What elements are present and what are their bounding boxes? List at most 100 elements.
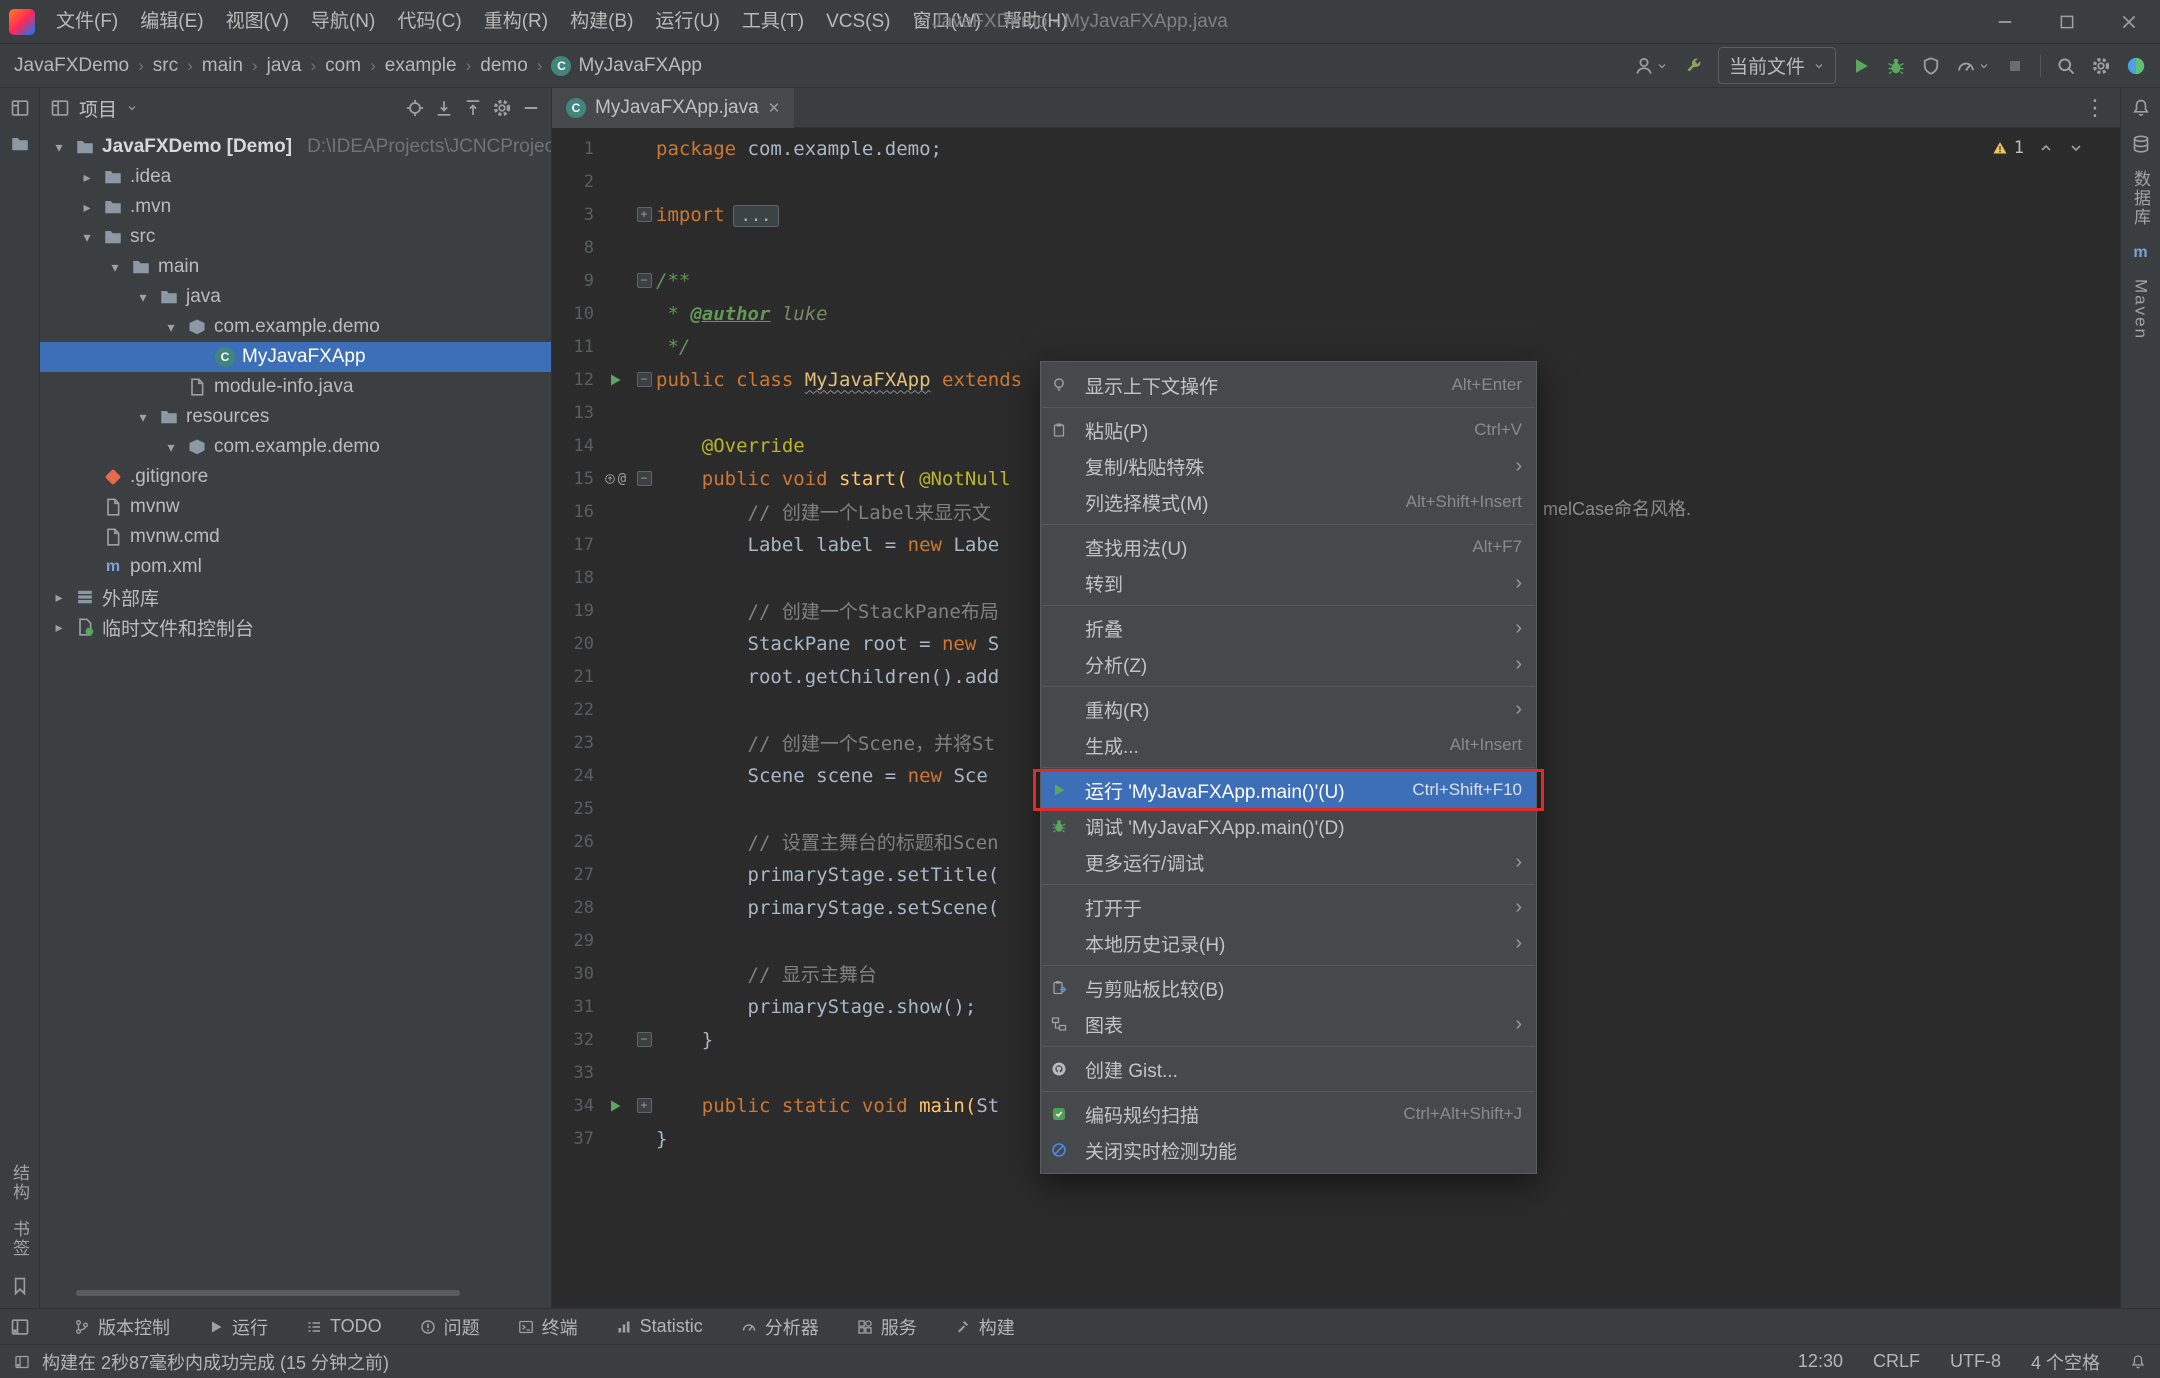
- tree-item-.gitignore[interactable]: .gitignore: [40, 462, 551, 492]
- search-button[interactable]: [2056, 56, 2076, 76]
- tree-chevron-icon[interactable]: ▸: [78, 169, 96, 186]
- next-warning-button[interactable]: [2068, 140, 2084, 156]
- menu-导航(N)[interactable]: 导航(N): [300, 0, 386, 43]
- context-menu-item[interactable]: 与剪贴板比较(B): [1041, 970, 1536, 1006]
- context-menu-item[interactable]: 列选择模式(M)Alt+Shift+Insert: [1041, 484, 1536, 520]
- context-menu-item[interactable]: 显示上下文操作Alt+Enter: [1041, 367, 1536, 403]
- prev-warning-button[interactable]: [2038, 140, 2054, 156]
- code-line[interactable]: 9−/**: [552, 264, 2120, 297]
- coverage-button[interactable]: [1921, 56, 1941, 76]
- stop-button[interactable]: [2005, 56, 2025, 76]
- tree-item-mvnw[interactable]: mvnw: [40, 492, 551, 522]
- tree-item-.idea[interactable]: ▸.idea: [40, 162, 551, 192]
- context-menu-item[interactable]: 运行 'MyJavaFXApp.main()'(U)Ctrl+Shift+F10: [1041, 772, 1536, 808]
- indent-setting[interactable]: 4 个空格: [2031, 1349, 2100, 1375]
- breadcrumb-item[interactable]: src: [153, 55, 178, 77]
- code-line[interactable]: 10 * @author luke: [552, 297, 2120, 330]
- maximize-button[interactable]: [2036, 0, 2098, 43]
- breadcrumb-item[interactable]: main: [202, 55, 243, 77]
- code-line[interactable]: 3+import...: [552, 198, 2120, 231]
- context-menu-item[interactable]: 关闭实时检测功能: [1041, 1132, 1536, 1168]
- plugin-icon[interactable]: [2126, 56, 2146, 76]
- fold-marker-icon[interactable]: −: [637, 471, 652, 486]
- tree-item-java[interactable]: ▾java: [40, 282, 551, 312]
- toolwindow-终端[interactable]: 终端: [504, 1309, 592, 1345]
- tree-item-pom.xml[interactable]: mpom.xml: [40, 552, 551, 582]
- context-menu-item[interactable]: 折叠›: [1041, 610, 1536, 646]
- menu-视图(V)[interactable]: 视图(V): [215, 0, 300, 43]
- maven-tool-button[interactable]: Maven: [2131, 279, 2151, 340]
- menu-代码(C)[interactable]: 代码(C): [386, 0, 472, 43]
- tree-chevron-icon[interactable]: ▾: [162, 439, 180, 456]
- file-encoding[interactable]: UTF-8: [1950, 1351, 2001, 1372]
- context-menu-item[interactable]: 复制/粘贴特殊›: [1041, 448, 1536, 484]
- project-tool-icon[interactable]: [10, 98, 30, 118]
- context-menu-item[interactable]: 重构(R)›: [1041, 691, 1536, 727]
- fold-marker-icon[interactable]: −: [637, 1032, 652, 1047]
- tree-item-mvnw.cmd[interactable]: mvnw.cmd: [40, 522, 551, 552]
- profiler-button[interactable]: [1956, 56, 1990, 76]
- chevron-down-icon[interactable]: [126, 102, 138, 114]
- database-icon[interactable]: [2131, 134, 2151, 154]
- run-config-selector[interactable]: 当前文件: [1718, 47, 1836, 84]
- tab-options-icon[interactable]: ⋮: [2070, 95, 2120, 121]
- caret-position[interactable]: 12:30: [1798, 1351, 1843, 1372]
- tab-myjavafxapp[interactable]: C MyJavaFXApp.java ✕: [552, 88, 794, 128]
- panel-settings-button[interactable]: [492, 98, 512, 118]
- tree-item-com.example.demo[interactable]: ▾com.example.demo: [40, 312, 551, 342]
- tree-chevron-icon[interactable]: ▾: [134, 289, 152, 306]
- breadcrumb-item[interactable]: JavaFXDemo: [14, 55, 129, 77]
- context-menu-item[interactable]: 图表›: [1041, 1006, 1536, 1042]
- tree-item-临时文件和控制台[interactable]: ▸临时文件和控制台: [40, 612, 551, 642]
- tree-chevron-icon[interactable]: ▾: [162, 319, 180, 336]
- context-menu-item[interactable]: 编码规约扫描Ctrl+Alt+Shift+J: [1041, 1096, 1536, 1132]
- breadcrumb-item[interactable]: demo: [480, 55, 528, 77]
- fold-marker-icon[interactable]: −: [637, 273, 652, 288]
- locate-file-button[interactable]: [405, 98, 425, 118]
- bell-icon[interactable]: [2130, 1354, 2146, 1370]
- tree-chevron-icon[interactable]: ▾: [50, 139, 68, 156]
- tree-item-com.example.demo[interactable]: ▾com.example.demo: [40, 432, 551, 462]
- breadcrumb-item[interactable]: java: [267, 55, 302, 77]
- collapse-all-button[interactable]: [463, 98, 483, 118]
- line-ending[interactable]: CRLF: [1873, 1351, 1920, 1372]
- breadcrumb-item[interactable]: com: [325, 55, 361, 77]
- window-layout-icon[interactable]: [10, 1317, 30, 1337]
- toolwindow-构建[interactable]: 构建: [941, 1309, 1029, 1345]
- database-tool-button[interactable]: 数据库: [2128, 170, 2153, 227]
- tree-item-module-info.java[interactable]: module-info.java: [40, 372, 551, 402]
- code-line[interactable]: 2: [552, 165, 2120, 198]
- wrench-icon[interactable]: [1683, 56, 1703, 76]
- fold-marker-icon[interactable]: −: [637, 372, 652, 387]
- notifications-icon[interactable]: [2131, 98, 2151, 118]
- tree-chevron-icon[interactable]: ▸: [50, 619, 68, 636]
- tree-chevron-icon[interactable]: ▾: [134, 409, 152, 426]
- toolwindow-Statistic[interactable]: Statistic: [602, 1309, 717, 1345]
- code-line[interactable]: 11 */: [552, 330, 2120, 363]
- menu-重构(R)[interactable]: 重构(R): [473, 0, 559, 43]
- minimize-button[interactable]: [1974, 0, 2036, 43]
- bookmarks-tool-button[interactable]: 书签: [7, 1220, 32, 1258]
- context-menu-item[interactable]: 打开于›: [1041, 889, 1536, 925]
- tab-close-icon[interactable]: ✕: [768, 99, 781, 117]
- tree-item-JavaFXDemo [Demo][interactable]: ▾JavaFXDemo [Demo]D:\IDEAProjects\JCNCPr…: [40, 132, 551, 162]
- bookmark-icon[interactable]: [10, 1276, 30, 1296]
- code-line[interactable]: 1package com.example.demo;: [552, 132, 2120, 165]
- context-menu-item[interactable]: 创建 Gist...: [1041, 1051, 1536, 1087]
- settings-button[interactable]: [2091, 56, 2111, 76]
- structure-tool-button[interactable]: 结构: [7, 1164, 32, 1202]
- tree-item-.mvn[interactable]: ▸.mvn: [40, 192, 551, 222]
- toolwindow-服务[interactable]: 服务: [843, 1309, 931, 1345]
- tree-item-src[interactable]: ▾src: [40, 222, 551, 252]
- toolwindow-问题[interactable]: 问题: [406, 1309, 494, 1345]
- context-menu-item[interactable]: 本地历史记录(H)›: [1041, 925, 1536, 961]
- horizontal-scrollbar[interactable]: [76, 1290, 460, 1296]
- menu-运行(U)[interactable]: 运行(U): [644, 0, 730, 43]
- tree-item-resources[interactable]: ▾resources: [40, 402, 551, 432]
- hide-panel-button[interactable]: [521, 98, 541, 118]
- maven-icon[interactable]: m: [2131, 243, 2151, 263]
- context-menu-item[interactable]: 生成...Alt+Insert: [1041, 727, 1536, 763]
- fold-marker-icon[interactable]: +: [637, 1098, 652, 1113]
- tree-chevron-icon[interactable]: ▸: [78, 199, 96, 216]
- context-menu-item[interactable]: 转到›: [1041, 565, 1536, 601]
